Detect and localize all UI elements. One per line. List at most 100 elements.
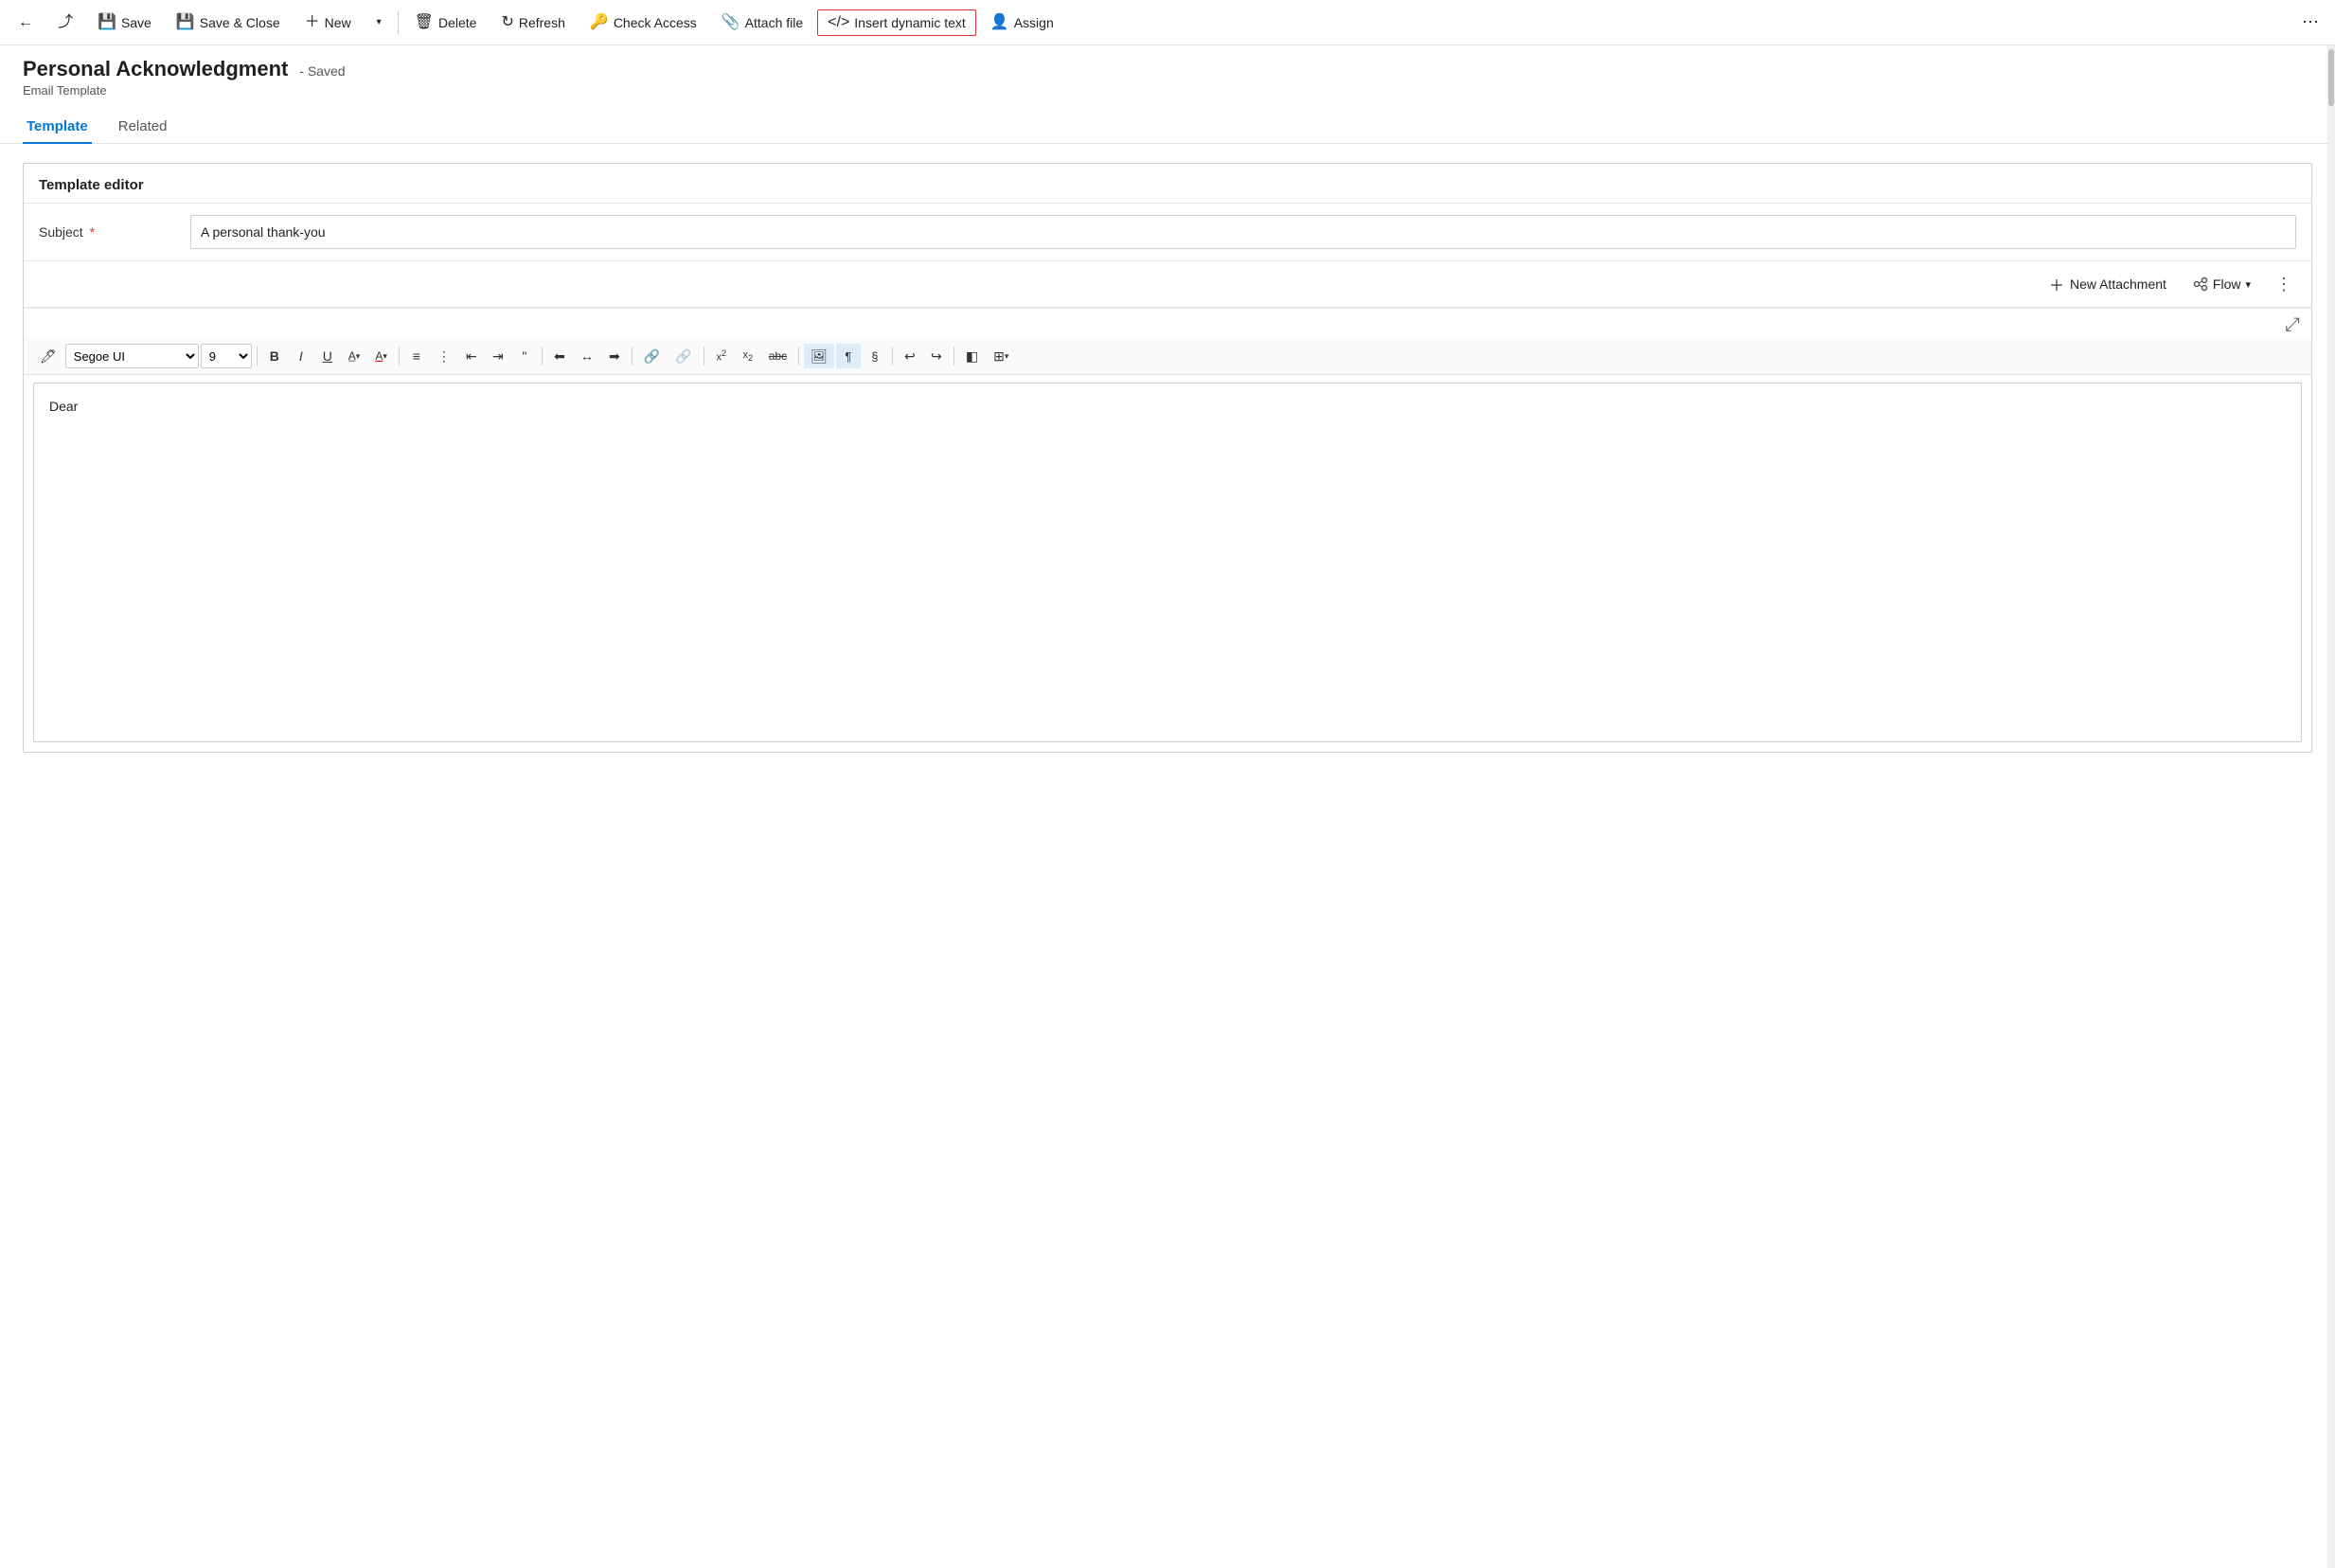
back-icon: ← [18, 15, 33, 30]
scrollbar-thumb[interactable] [2328, 49, 2334, 106]
rte-unlink-button[interactable]: 🔗 [668, 344, 698, 368]
expand-icon[interactable]: ⤢ [2285, 314, 2300, 336]
font-family-select[interactable]: Segoe UI Arial Times New Roman [65, 344, 199, 368]
rte-redo-button[interactable]: ↪ [924, 344, 949, 368]
rte-format-button[interactable]: 🖊 [33, 344, 63, 368]
check-access-button[interactable]: 🔑 Check Access [579, 9, 707, 36]
save-close-button[interactable]: 💾 Save & Close [166, 9, 291, 36]
unlink-icon: 🔗 [675, 348, 691, 365]
back-button[interactable]: ← [8, 9, 44, 36]
section-mark-icon: § [871, 349, 878, 364]
rte-outdent-button[interactable]: ⇤ [459, 344, 484, 368]
new-chevron-button[interactable]: ▾ [365, 11, 392, 33]
rte-align-right-button[interactable]: ➡ [602, 344, 627, 368]
rte-fill-button[interactable]: ◧ [959, 344, 985, 368]
refresh-icon: ↻ [501, 15, 513, 30]
bullets-icon: ≡ [413, 348, 420, 364]
rte-sep-4 [632, 347, 633, 365]
delete-button[interactable]: 🗑 Delete [404, 9, 488, 36]
rte-link-button[interactable]: 🔗 [637, 344, 667, 368]
flow-icon [2193, 276, 2208, 292]
save-close-icon: 💾 [176, 15, 195, 30]
format-icon: 🖊 [40, 348, 57, 365]
page-title: Personal Acknowledgment [23, 57, 288, 80]
main-toolbar: ← ⤴ 💾 Save 💾 Save & Close ＋ New ▾ 🗑 Dele… [0, 0, 2335, 45]
refresh-button[interactable]: ↻ Refresh [490, 9, 575, 36]
blockquote-icon: " [522, 348, 526, 364]
rte-indent-button[interactable]: ⇥ [486, 344, 510, 368]
share-icon: ⤴ [58, 15, 73, 30]
rte-align-center-button[interactable]: ↔ [574, 344, 600, 368]
subject-row: Subject * [24, 204, 2311, 261]
tab-related[interactable]: Related [115, 111, 171, 144]
rte-sep-2 [399, 347, 400, 365]
attachment-more-button[interactable]: ⋮ [2272, 271, 2296, 298]
align-center-icon: ↔ [580, 348, 594, 364]
page-subtitle: Email Template [23, 83, 2312, 98]
more-options-button[interactable]: ⋯ [2293, 7, 2327, 38]
rte-bullets-button[interactable]: ≡ [404, 344, 429, 368]
expand-row: ⤢ [24, 309, 2311, 338]
insert-dynamic-text-button[interactable]: </> Insert dynamic text [817, 9, 976, 36]
attach-file-button[interactable]: 📎 Attach file [711, 9, 813, 36]
check-access-icon: 🔑 [590, 15, 609, 30]
table-dropdown-icon: ▾ [1005, 351, 1009, 362]
rte-align-left-button[interactable]: ⬅ [547, 344, 572, 368]
rte-subscript-button[interactable]: x2 [736, 344, 760, 368]
editor-body[interactable]: Dear [33, 383, 2302, 742]
numbered-icon: ⋮ [437, 348, 451, 365]
save-button[interactable]: 💾 Save [87, 9, 162, 36]
rte-font-color-button[interactable]: A ▾ [368, 344, 394, 368]
ellipsis-icon: ⋮ [2275, 275, 2292, 294]
highlight-dropdown-icon: ▾ [356, 351, 361, 362]
assign-button[interactable]: 👤 Assign [980, 9, 1064, 36]
rte-highlight-button[interactable]: A̲ ▾ [342, 344, 367, 368]
subject-input[interactable] [190, 215, 2296, 249]
superscript-icon: x2 [716, 348, 726, 364]
rte-special1-button[interactable]: ¶ [836, 344, 861, 368]
table-icon: ⊞ [993, 348, 1005, 365]
rte-numbered-button[interactable]: ⋮ [431, 344, 457, 368]
align-left-icon: ⬅ [554, 348, 565, 365]
attach-file-icon: 📎 [722, 15, 740, 30]
font-size-select[interactable]: 9 10 11 12 14 [201, 344, 252, 368]
rte-strikethrough-button[interactable]: abc [762, 344, 793, 368]
strikethrough-icon: abc [769, 349, 787, 363]
new-attachment-button[interactable]: ＋ New Attachment [2043, 269, 2172, 299]
main-content: Template editor Subject * ＋ New Attachme… [0, 144, 2335, 772]
outdent-icon: ⇤ [466, 348, 477, 365]
rte-underline-button[interactable]: U [315, 344, 340, 368]
font-color-dropdown-icon: ▾ [383, 351, 387, 362]
rte-image-button[interactable]: 🖼 [804, 344, 834, 368]
rte-blockquote-button[interactable]: " [512, 344, 537, 368]
assign-icon: 👤 [990, 15, 1009, 30]
link-icon: 🔗 [644, 348, 660, 365]
rte-sep-1 [257, 347, 258, 365]
page-header: Personal Acknowledgment - Saved Email Te… [0, 45, 2335, 98]
more-options-icon: ⋯ [2302, 12, 2319, 32]
redo-icon: ↪ [931, 348, 942, 365]
rte-toolbar: 🖊 Segoe UI Arial Times New Roman 9 10 11… [24, 338, 2311, 375]
rte-sep-3 [542, 347, 543, 365]
rte-undo-button[interactable]: ↩ [898, 344, 922, 368]
tabs-bar: Template Related [0, 103, 2335, 144]
tab-template[interactable]: Template [23, 111, 92, 144]
required-indicator: * [90, 224, 95, 240]
rte-sep-7 [892, 347, 893, 365]
flow-chevron-icon: ▾ [2245, 278, 2251, 291]
font-color-icon: A [375, 349, 383, 363]
rte-bold-button[interactable]: B [262, 344, 287, 368]
share-button[interactable]: ⤴ [47, 9, 83, 36]
paragraph-mark-icon: ¶ [845, 349, 851, 364]
scrollbar[interactable] [2327, 45, 2335, 1568]
plus-icon: ＋ [2049, 273, 2064, 295]
flow-button[interactable]: Flow ▾ [2187, 273, 2256, 295]
insert-dynamic-text-icon: </> [828, 15, 849, 30]
highlight-icon: A̲ [348, 349, 356, 363]
new-button[interactable]: ＋ New [294, 9, 362, 36]
rte-superscript-button[interactable]: x2 [709, 344, 734, 368]
rte-table-button[interactable]: ⊞ ▾ [987, 344, 1015, 368]
rte-italic-button[interactable]: I [289, 344, 313, 368]
new-icon: ＋ [305, 15, 320, 30]
rte-special2-button[interactable]: § [863, 344, 887, 368]
